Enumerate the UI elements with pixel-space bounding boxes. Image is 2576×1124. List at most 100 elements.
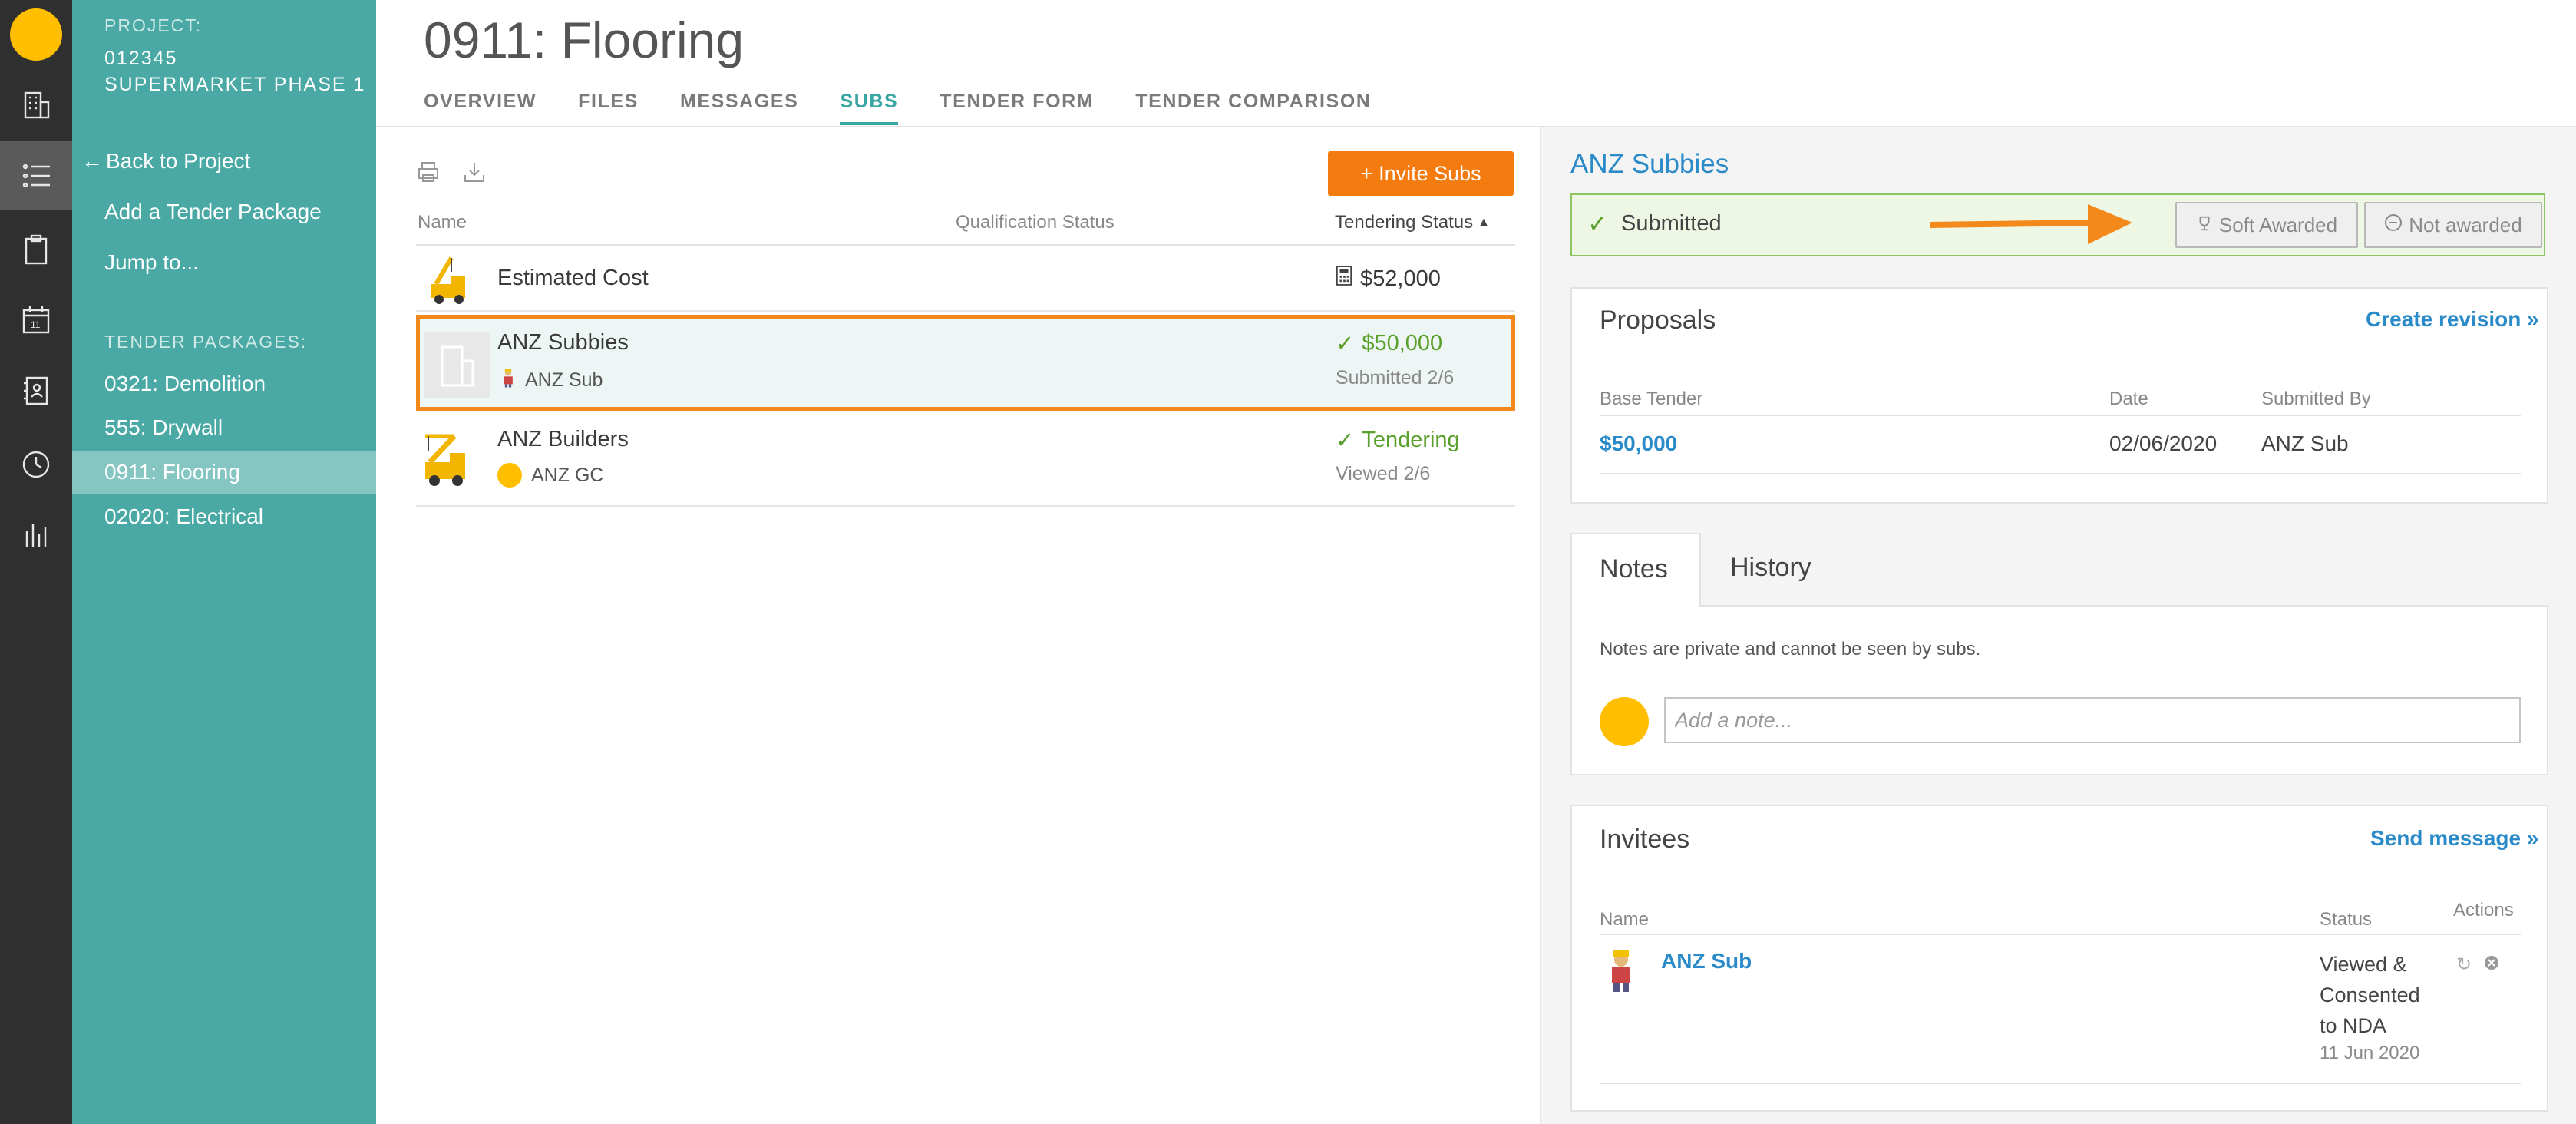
table-divider [1600,934,2521,935]
invitee-name-link[interactable]: ANZ Sub [1661,949,1752,974]
annotation-arrow [1929,204,2132,244]
row-divider [416,310,1515,312]
builder-avatar-icon [1606,947,1636,1000]
calendar-icon[interactable]: 11 [0,286,72,355]
tab-notes-label: Notes [1600,554,1668,583]
sub-detail-title[interactable]: ANZ Subbies [1570,149,1729,180]
invitee-status-line: Consented [2320,984,2420,1007]
proposals-title: Proposals [1600,306,1716,335]
print-icon[interactable] [416,160,441,184]
col-header-invitee-name: Name [1600,909,1650,930]
package-tabs: OVERVIEW FILES MESSAGES SUBS TENDER FORM… [424,91,1372,125]
package-item-electrical[interactable]: 02020: Electrical [72,495,376,538]
tab-messages[interactable]: MESSAGES [680,91,799,125]
project-id: 012345 [104,48,178,69]
not-awarded-button[interactable]: Not awarded [2364,202,2542,248]
invite-subs-button[interactable]: + Invite Subs [1328,151,1514,196]
tab-subs[interactable]: SUBS [840,91,899,125]
clock-icon[interactable] [0,430,72,499]
tab-history[interactable]: History [1730,553,1811,583]
project-name: SUPERMARKET PHASE 1 [104,74,366,95]
contacts-icon[interactable] [0,356,72,425]
back-to-project-label: Back to Project [106,149,251,173]
col-header-tendering-label: Tendering Status [1335,212,1474,233]
builder-avatar-icon [500,367,516,394]
table-divider [1600,473,2521,474]
row-status-anz-builders: Viewed 2/6 [1336,463,1431,484]
page-title: 0911: Flooring [424,12,745,68]
not-awarded-label: Not awarded [2409,213,2522,236]
arrow-left-icon: ← [81,149,103,173]
proposal-date: 02/06/2020 [2109,431,2218,455]
contact-avatar [497,463,522,488]
package-item-flooring[interactable]: 0911: Flooring [72,451,376,494]
row-status-anz-subbies: Submitted 2/6 [1336,367,1455,388]
tendering-status: Tendering [1362,428,1460,452]
plus-icon: + [1360,161,1373,185]
invite-subs-label: Invite Subs [1379,161,1481,185]
contact-name: ANZ GC [531,464,604,486]
package-item-drywall[interactable]: 555: Drywall [72,406,376,449]
check-icon: ✓ [1336,428,1355,453]
back-to-project-link[interactable]: ← Back to Project [81,149,250,174]
col-header-tendering[interactable]: Tendering Status ▲ [1335,212,1490,233]
proposal-submitted-by: ANZ Sub [2261,431,2349,455]
list-icon[interactable] [0,141,72,210]
svg-text:11: 11 [31,319,41,330]
download-icon[interactable] [462,160,487,184]
minus-circle-icon [2384,213,2403,237]
contact-name: ANZ Sub [525,369,603,391]
crane-truck-icon [421,246,487,312]
notes-privacy-text: Notes are private and cannot be seen by … [1600,639,1981,660]
row-name-anz-subbies[interactable]: ANZ Subbies [497,330,629,355]
package-item-demolition[interactable]: 0321: Demolition [72,362,376,405]
row-value-anz-subbies: ✓ $50,000 [1336,330,1442,357]
resend-icon[interactable]: ↻ [2456,954,2472,976]
row-value-anz-builders: ✓ Tendering [1336,427,1460,454]
send-message-link[interactable]: Send message » [2370,826,2538,851]
project-label: PROJECT: [104,15,203,35]
soft-awarded-label: Soft Awarded [2218,213,2338,236]
row-divider [416,505,1515,507]
clipboard-icon[interactable] [0,215,72,284]
sort-up-icon: ▲ [1478,216,1490,229]
tab-overview[interactable]: OVERVIEW [424,91,537,125]
remove-icon[interactable] [2484,955,2499,974]
invitee-status-line: to NDA [2320,1014,2387,1037]
user-avatar [1600,697,1649,746]
invitee-status: Viewed & Consented to NDA [2320,949,2420,1041]
jump-to-link[interactable]: Jump to... [104,250,199,275]
crane-truck-icon [418,427,484,493]
tab-notes[interactable]: Notes [1570,533,1701,607]
check-icon: ✓ [1336,332,1355,356]
tab-tender-comparison[interactable]: TENDER COMPARISON [1135,91,1371,125]
invitee-status-line: Viewed & [2320,953,2407,976]
row-name-estimated-cost[interactable]: Estimated Cost [497,266,649,291]
trophy-icon [2196,213,2213,237]
calculator-icon [1336,266,1352,292]
user-avatar[interactable] [10,8,62,61]
table-row-selected[interactable] [416,315,1515,411]
icon-rail: 11 [0,0,72,1124]
row-value-estimated-cost: $52,000 [1336,266,1441,292]
row-divider [416,244,1515,246]
add-tender-package-link[interactable]: Add a Tender Package [104,200,322,224]
row-name-anz-builders[interactable]: ANZ Builders [497,427,629,452]
tab-files[interactable]: FILES [578,91,639,125]
notes-card [1570,605,2548,775]
estimated-cost-amount: $52,000 [1360,266,1441,291]
col-header-qualification: Qualification Status [956,212,1115,233]
proposal-base-tender-link[interactable]: $50,000 [1600,431,1677,456]
add-note-input[interactable] [1664,697,2521,743]
building-icon[interactable] [0,71,72,140]
col-header-submitted-by: Submitted By [2261,388,2371,409]
soft-awarded-button[interactable]: Soft Awarded [2175,202,2358,248]
table-divider [1600,1083,2521,1084]
tab-tender-form[interactable]: TENDER FORM [940,91,1094,125]
table-divider [1600,415,2521,416]
row-contact-anz-gc: ANZ GC [497,463,603,488]
tender-packages-label: TENDER PACKAGES: [104,332,308,352]
row-contact-anz-sub: ANZ Sub [500,367,603,394]
bar-chart-icon[interactable] [0,501,72,570]
create-revision-link[interactable]: Create revision » [2366,307,2539,332]
